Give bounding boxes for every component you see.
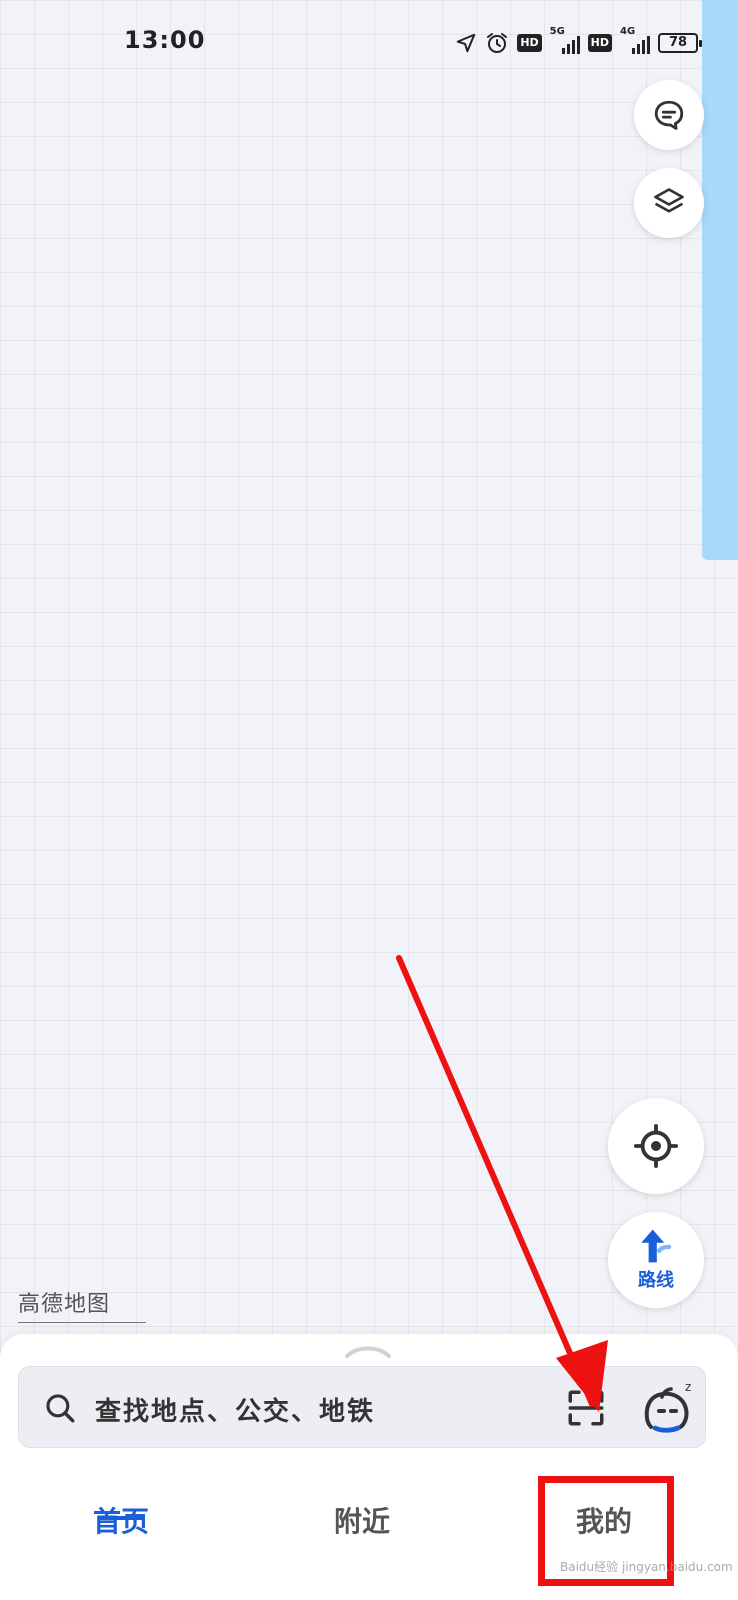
svg-text:z: z: [685, 1380, 691, 1394]
locate-me-button[interactable]: [608, 1098, 704, 1194]
map-layers-button[interactable]: [634, 168, 704, 238]
location-arrow-icon: [457, 33, 476, 53]
message-button[interactable]: [634, 80, 704, 150]
search-bar[interactable]: 查找地点、公交、地铁 z: [18, 1366, 706, 1448]
route-button[interactable]: 路线: [608, 1212, 704, 1308]
signal-4g-icon: 4G: [620, 26, 650, 54]
watermark: Baidu经验 jingyan.baidu.com: [560, 1560, 733, 1574]
active-tab-indicator: [98, 1516, 144, 1520]
status-icons: HD 5G HD 4G 78: [455, 26, 702, 58]
search-icon: [46, 1394, 75, 1423]
signal-5g-icon: 5G: [550, 26, 580, 54]
drag-handle-chevron-up-icon[interactable]: [343, 1344, 393, 1358]
tab-home[interactable]: 首页: [93, 1500, 149, 1540]
search-input[interactable]: 查找地点、公交、地铁: [95, 1391, 375, 1428]
scan-icon[interactable]: [565, 1387, 607, 1429]
status-bar: 13:00 HD 5G HD 4G 78: [0, 0, 738, 86]
route-label: 路线: [638, 1270, 674, 1291]
battery-indicator: 78: [658, 33, 702, 53]
map-logo: 高德地图: [18, 1286, 146, 1323]
crosshair-icon: [633, 1123, 679, 1169]
assistant-avatar-icon[interactable]: z: [639, 1379, 695, 1435]
hd-badge: HD: [517, 34, 542, 52]
status-time: 13:00: [124, 26, 206, 54]
alarm-icon: [487, 33, 508, 53]
tab-nearby[interactable]: 附近: [334, 1500, 390, 1540]
layers-icon: [654, 188, 684, 213]
hd-badge-2: HD: [587, 34, 612, 52]
route-arrow-icon: [641, 1229, 672, 1263]
message-icon: [654, 100, 684, 130]
